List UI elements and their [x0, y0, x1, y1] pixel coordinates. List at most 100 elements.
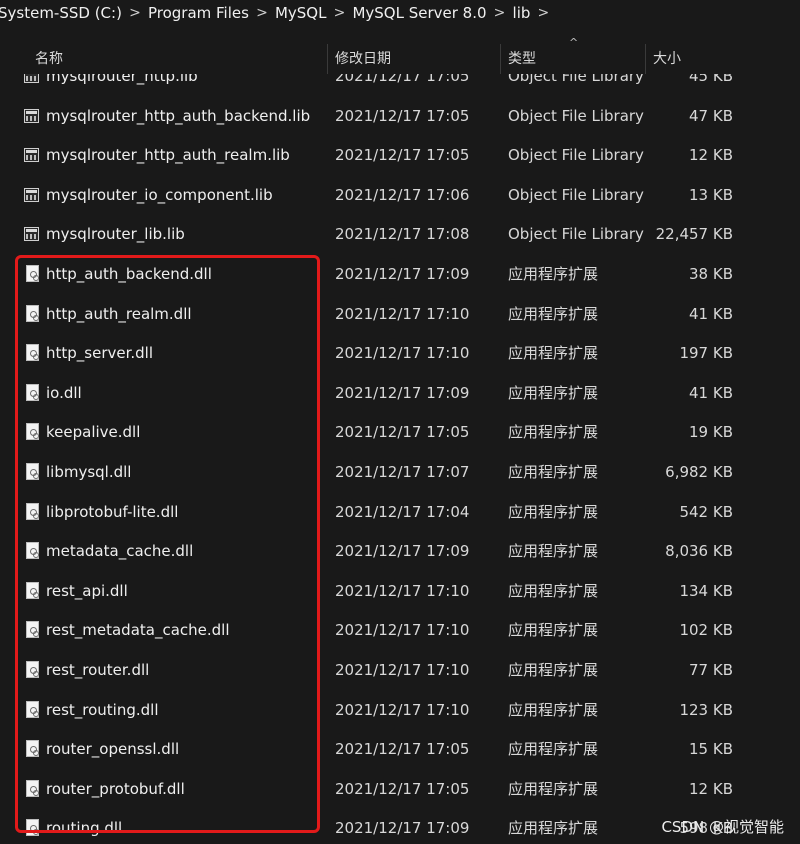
dll-file-icon: [24, 493, 40, 532]
file-date: 2021/12/17 17:04: [335, 503, 470, 521]
file-date: 2021/12/17 17:09: [335, 542, 470, 560]
file-name: http_server.dll: [46, 344, 154, 362]
column-header-name[interactable]: 名称: [35, 44, 63, 74]
file-date: 2021/12/17 17:10: [335, 305, 470, 323]
file-row[interactable]: mysqlrouter_lib.lib 2021/12/17 17:08 Objec…: [0, 215, 800, 254]
file-name: mysqlrouter_http_auth_realm.lib: [46, 146, 290, 164]
file-type: 应用程序扩展: [508, 621, 599, 639]
file-date: 2021/12/17 17:09: [335, 265, 470, 283]
file-row[interactable]: mysqlrouter_http_auth_realm.lib 2021/12/1…: [0, 136, 800, 175]
file-row[interactable]: http_server.dll 2021/12/17 17:10 应用程序扩展 197…: [0, 334, 800, 373]
file-row[interactable]: rest_routing.dll 2021/12/17 17:10 应用程序扩展 12…: [0, 691, 800, 730]
dll-file-icon: [24, 374, 40, 413]
file-date: 2021/12/17 17:05: [335, 107, 470, 125]
lib-file-icon: [24, 215, 40, 254]
file-row[interactable]: rest_api.dll 2021/12/17 17:10 应用程序扩展 134 KB: [0, 572, 800, 611]
file-type: 应用程序扩展: [508, 265, 599, 283]
file-row[interactable]: metadata_cache.dll 2021/12/17 17:09 应用程序扩展…: [0, 532, 800, 571]
file-row[interactable]: libprotobuf-lite.dll 2021/12/17 17:04 应用程序…: [0, 493, 800, 532]
file-size: 41 KB: [689, 305, 733, 323]
file-type: 应用程序扩展: [508, 503, 599, 521]
file-size: 6,982 KB: [665, 463, 733, 481]
file-date: 2021/12/17 17:05: [335, 146, 470, 164]
column-header-type[interactable]: 类型: [508, 44, 536, 74]
file-date: 2021/12/17 17:10: [335, 621, 470, 639]
file-type: 应用程序扩展: [508, 463, 599, 481]
file-date: 2021/12/17 17:07: [335, 463, 470, 481]
file-date: 2021/12/17 17:05: [335, 423, 470, 441]
lib-file-icon: [24, 176, 40, 215]
file-name: routing.dll: [46, 819, 123, 837]
dll-file-icon: [24, 532, 40, 571]
file-type: 应用程序扩展: [508, 384, 599, 402]
dll-file-icon: [24, 651, 40, 690]
lib-file-icon: [24, 136, 40, 175]
file-row[interactable]: http_auth_realm.dll 2021/12/17 17:10 应用程序扩…: [0, 295, 800, 334]
file-row[interactable]: keepalive.dll 2021/12/17 17:05 应用程序扩展 19 KB: [0, 413, 800, 452]
file-name: rest_api.dll: [46, 582, 128, 600]
column-divider[interactable]: [500, 44, 501, 74]
file-date: 2021/12/17 17:10: [335, 582, 470, 600]
lib-file-icon: [24, 97, 40, 136]
file-size: 134 KB: [679, 582, 733, 600]
file-size: 12 KB: [689, 780, 733, 798]
file-name: rest_routing.dll: [46, 701, 159, 719]
file-size: 19 KB: [689, 423, 733, 441]
file-type: 应用程序扩展: [508, 423, 599, 441]
file-size: 13 KB: [689, 186, 733, 204]
column-header-size[interactable]: 大小: [653, 44, 681, 74]
file-type: 应用程序扩展: [508, 344, 599, 362]
file-name: router_openssl.dll: [46, 740, 180, 758]
file-row[interactable]: http_auth_backend.dll 2021/12/17 17:09 应用程…: [0, 255, 800, 294]
file-row[interactable]: mysqlrouter_http_auth_backend.lib 2021/12…: [0, 97, 800, 136]
file-type: Object File Library: [508, 107, 644, 125]
file-row[interactable]: io.dll 2021/12/17 17:09 应用程序扩展 41 KB: [0, 374, 800, 413]
file-date: 2021/12/17 17:09: [335, 819, 470, 837]
file-row[interactable]: rest_router.dll 2021/12/17 17:10 应用程序扩展 77 …: [0, 651, 800, 690]
sort-ascending-icon: ^: [569, 36, 579, 49]
column-header: 名称 修改日期 类型 大小: [0, 44, 800, 74]
file-name: http_auth_realm.dll: [46, 305, 192, 323]
column-header-date[interactable]: 修改日期: [335, 44, 391, 74]
file-size: 542 KB: [679, 503, 733, 521]
file-row[interactable]: libmysql.dll 2021/12/17 17:07 应用程序扩展 6,982 …: [0, 453, 800, 492]
file-row[interactable]: rest_metadata_cache.dll 2021/12/17 17:10 应…: [0, 611, 800, 650]
file-list: mysqlrouter_http.lib 2021/12/17 17:05 Obje…: [0, 0, 800, 844]
file-name: http_auth_backend.dll: [46, 265, 212, 283]
watermark: CSDN @视觉智能: [661, 818, 784, 836]
file-date: 2021/12/17 17:10: [335, 701, 470, 719]
file-date: 2021/12/17 17:10: [335, 344, 470, 362]
file-date: 2021/12/17 17:08: [335, 225, 470, 243]
file-size: 102 KB: [679, 621, 733, 639]
file-type: Object File Library: [508, 146, 644, 164]
dll-file-icon: [24, 413, 40, 452]
file-row[interactable]: mysqlrouter_io_component.lib 2021/12/17 1…: [0, 176, 800, 215]
file-row[interactable]: router_openssl.dll 2021/12/17 17:05 应用程序扩展…: [0, 730, 800, 769]
file-row[interactable]: router_protobuf.dll 2021/12/17 17:05 应用程序扩…: [0, 770, 800, 809]
file-name: rest_router.dll: [46, 661, 150, 679]
file-size: 38 KB: [689, 265, 733, 283]
file-name: mysqlrouter_lib.lib: [46, 225, 185, 243]
column-divider[interactable]: [645, 44, 646, 74]
file-name: rest_metadata_cache.dll: [46, 621, 230, 639]
file-date: 2021/12/17 17:10: [335, 661, 470, 679]
file-date: 2021/12/17 17:06: [335, 186, 470, 204]
dll-file-icon: [24, 255, 40, 294]
dll-file-icon: [24, 295, 40, 334]
file-type: 应用程序扩展: [508, 819, 599, 837]
file-type: Object File Library: [508, 225, 644, 243]
dll-file-icon: [24, 730, 40, 769]
file-type: 应用程序扩展: [508, 305, 599, 323]
file-type: 应用程序扩展: [508, 740, 599, 758]
file-date: 2021/12/17 17:09: [335, 384, 470, 402]
file-name: mysqlrouter_io_component.lib: [46, 186, 273, 204]
column-divider[interactable]: [327, 44, 328, 74]
file-type: 应用程序扩展: [508, 780, 599, 798]
file-size: 41 KB: [689, 384, 733, 402]
file-date: 2021/12/17 17:05: [335, 780, 470, 798]
file-type: 应用程序扩展: [508, 582, 599, 600]
file-type: 应用程序扩展: [508, 661, 599, 679]
file-size: 15 KB: [689, 740, 733, 758]
dll-file-icon: [24, 453, 40, 492]
file-name: mysqlrouter_http_auth_backend.lib: [46, 107, 311, 125]
